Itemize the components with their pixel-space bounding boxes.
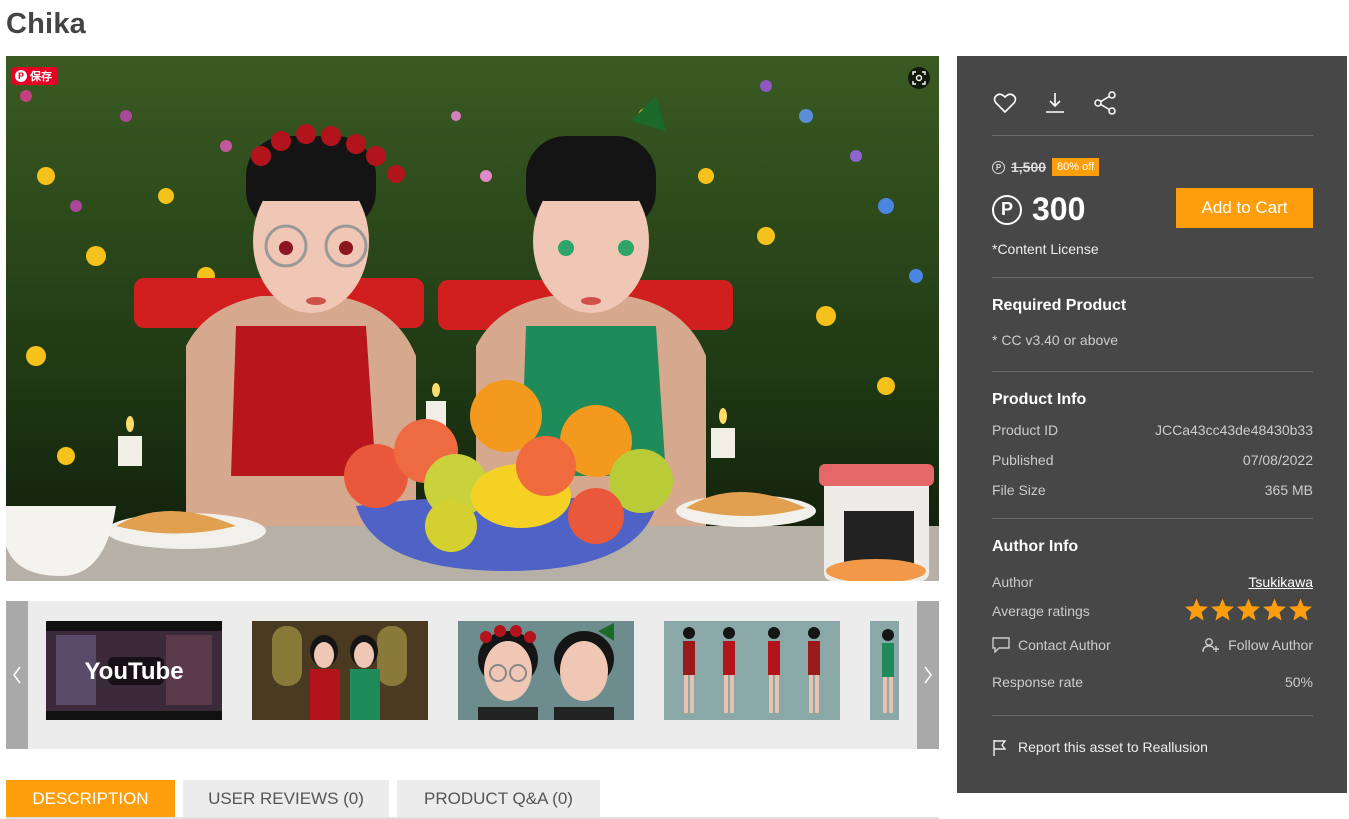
purchase-panel: P 1,500 80% off P 300 Add to Cart *Conte…: [957, 56, 1347, 793]
original-price-row: P 1,500 80% off: [992, 158, 1100, 176]
flag-icon: [993, 740, 1007, 756]
cathedral-thumbnail-image: [252, 621, 428, 720]
rating-row: Average ratings: [992, 598, 1313, 621]
rating-stars: [1184, 597, 1313, 622]
chevron-left-icon: [13, 666, 21, 684]
original-price: 1,500: [1011, 159, 1047, 175]
product-id-row: Product ID JCCa43cc43de48430b33: [992, 422, 1313, 438]
star-icon: [1263, 598, 1286, 621]
file-size-row: File Size 365 MB: [992, 482, 1313, 498]
report-asset-label: Report this asset to Reallusion: [1018, 739, 1208, 755]
divider: [992, 277, 1313, 278]
thumb-full-body[interactable]: [664, 621, 840, 720]
content-license-link[interactable]: *Content License: [992, 241, 1099, 257]
contact-author-label: Contact Author: [1018, 637, 1111, 653]
download-button[interactable]: [1042, 90, 1068, 116]
thumb-cathedral[interactable]: [252, 621, 428, 720]
star-icon: [1237, 598, 1260, 621]
tab-description[interactable]: DESCRIPTION: [6, 780, 175, 818]
thumbnail-strip: YouTube: [6, 601, 939, 749]
required-product-text: * CC v3.40 or above: [992, 332, 1119, 348]
heart-icon: [993, 93, 1017, 114]
product-main-image[interactable]: P 保存: [6, 56, 939, 581]
product-info-title: Product Info: [992, 391, 1087, 408]
product-id-label: Product ID: [992, 422, 1059, 438]
action-icons: [992, 90, 1118, 116]
share-icon: [1094, 91, 1116, 115]
point-coin-large-icon: P: [992, 194, 1022, 225]
follow-author-button[interactable]: Follow Author: [1202, 637, 1313, 653]
pinterest-icon: P: [15, 70, 27, 82]
chevron-right-icon: [924, 666, 932, 684]
response-rate-row: Response rate 50%: [992, 674, 1313, 690]
published-value: 07/08/2022: [1242, 452, 1313, 468]
point-coin-icon: P: [992, 160, 1005, 174]
price-row: P 300: [992, 191, 1085, 228]
lens-icon: [912, 71, 926, 85]
full-body-thumbnail-image: [664, 621, 840, 720]
sale-price: 300: [1032, 191, 1086, 227]
wishlist-button[interactable]: [992, 90, 1018, 116]
author-row: Author Tsukikawa: [992, 574, 1313, 590]
follow-author-label: Follow Author: [1228, 637, 1313, 653]
hero-illustration: [6, 56, 939, 581]
tab-user-reviews[interactable]: USER REVIEWS (0): [183, 780, 389, 818]
youtube-thumbnail-image: YouTube: [46, 621, 222, 720]
thumbnail-next-button[interactable]: [917, 601, 939, 749]
divider: [992, 135, 1313, 136]
tab-product-qa[interactable]: PRODUCT Q&A (0): [397, 780, 600, 818]
closeup-thumbnail-image: [458, 621, 634, 720]
product-id-value: JCCa43cc43de48430b33: [1154, 422, 1313, 438]
author-info-title: Author Info: [992, 538, 1079, 555]
download-icon: [1046, 93, 1064, 113]
published-row: Published 07/08/2022: [992, 452, 1313, 468]
discount-badge: 80% off: [1052, 158, 1100, 176]
author-name-link[interactable]: Tsukikawa: [1248, 574, 1313, 590]
chat-icon: [992, 637, 1010, 653]
thumbnail-prev-button[interactable]: [6, 601, 28, 749]
divider: [992, 715, 1313, 716]
file-size-label: File Size: [992, 482, 1046, 498]
published-label: Published: [992, 452, 1054, 468]
pinterest-save-button[interactable]: P 保存: [12, 67, 58, 85]
star-icon: [1289, 598, 1312, 621]
pinterest-save-label: 保存: [30, 71, 52, 83]
visual-search-button[interactable]: [908, 67, 930, 89]
star-icon: [1211, 598, 1234, 621]
response-rate-label: Response rate: [992, 674, 1084, 690]
page-title: Chika: [6, 8, 86, 40]
response-rate-value: 50%: [1284, 674, 1313, 690]
divider: [992, 371, 1313, 372]
share-button[interactable]: [1092, 90, 1118, 116]
thumb-partial[interactable]: [870, 621, 899, 720]
required-product-title: Required Product: [992, 297, 1127, 314]
author-label: Author: [992, 574, 1034, 590]
partial-thumbnail-image: [870, 621, 899, 720]
rating-label: Average ratings: [992, 603, 1090, 619]
contact-author-button[interactable]: Contact Author: [992, 637, 1111, 653]
youtube-label: YouTube: [84, 658, 183, 685]
add-user-icon: [1202, 638, 1220, 653]
thumb-youtube-video[interactable]: YouTube: [46, 621, 222, 720]
add-to-cart-button[interactable]: Add to Cart: [1176, 188, 1313, 228]
report-asset-link[interactable]: Report this asset to Reallusion: [992, 739, 1208, 757]
star-icon: [1185, 598, 1208, 621]
file-size-value: 365 MB: [1264, 482, 1313, 498]
divider: [992, 518, 1313, 519]
thumb-closeup[interactable]: [458, 621, 634, 720]
